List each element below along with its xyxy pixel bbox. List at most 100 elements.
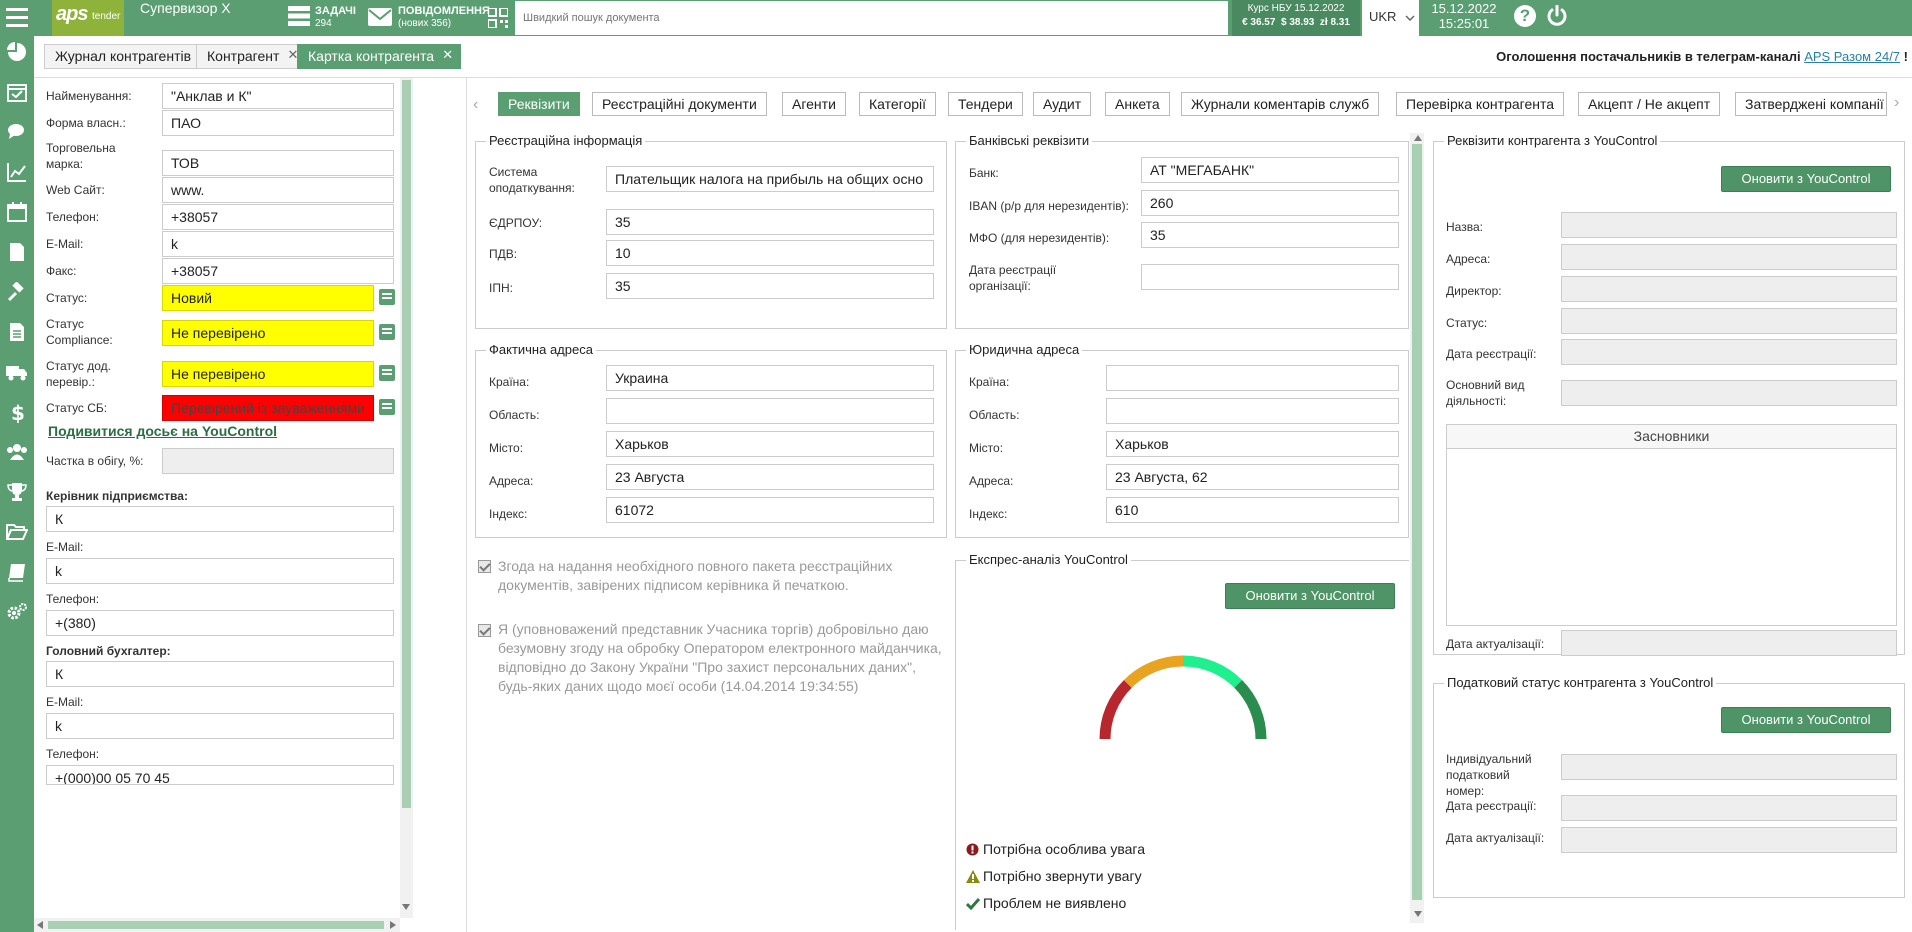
yc-update-date-input[interactable] [1561,630,1897,656]
sidebar-item-users[interactable] [5,440,29,464]
trademark-input[interactable]: ТОВ [162,150,394,176]
left-scrollbar[interactable] [400,78,413,918]
subtab-audit[interactable]: Аудит [1033,92,1092,116]
user-name[interactable]: Супервизор X [140,0,231,16]
address-input[interactable]: 23 Августа [606,464,934,490]
qr-code-icon[interactable] [488,8,508,28]
yc-name-input[interactable] [1561,212,1897,238]
mfo-input[interactable]: 35 [1141,222,1399,248]
yc-ipn-input[interactable] [1561,754,1897,780]
yc-tax-update-input[interactable] [1561,827,1897,853]
center-scroll-thumb[interactable] [1412,144,1422,900]
edrpou-input[interactable]: 35 [606,209,934,235]
region-input[interactable] [606,398,934,424]
ipn-input[interactable]: 35 [606,273,934,299]
bank-input[interactable]: АТ "МЕГАБАНК" [1141,157,1399,183]
scroll-tabs-right-icon[interactable]: › [1894,94,1899,112]
sb-status-input[interactable]: Перевірений із зауваженнями [162,395,374,421]
subtab-counterparty-check[interactable]: Перевірка контрагента [1396,92,1565,116]
subtab-comment-journals[interactable]: Журнали коментарів служб [1181,92,1380,116]
subtab-accept[interactable]: Акцепт / Не акцепт [1578,92,1721,116]
legal-address-input[interactable]: 23 Августа, 62 [1106,464,1399,490]
yc-update-button[interactable]: Оновити з YouControl [1721,166,1891,192]
director-email-input[interactable]: k [46,558,394,584]
yc-tax-regdate-input[interactable] [1561,795,1897,821]
subtab-agents[interactable]: Агенти [782,92,846,116]
consent-personal-data-checkbox[interactable] [478,624,491,637]
list-icon[interactable] [379,289,395,305]
menu-icon[interactable] [6,8,28,28]
consent-documents-checkbox[interactable] [478,560,491,573]
list-icon[interactable] [379,399,395,415]
director-phone-input[interactable]: +(380) [46,610,394,636]
sidebar-item-calendar[interactable] [5,200,29,224]
sidebar-item-messages[interactable] [5,120,29,144]
sidebar-item-auctions[interactable] [5,280,29,304]
subtab-requisites[interactable]: Реквізити [498,92,580,116]
fax-input[interactable]: +38057 [162,258,394,284]
city-input[interactable]: Харьков [606,431,934,457]
legal-city-input[interactable]: Харьков [1106,431,1399,457]
yc-regdate-input[interactable] [1561,339,1897,365]
accountant-phone-input[interactable]: +(000)00 05 70 45 [46,765,394,785]
subtab-tenders[interactable]: Тендери [948,92,1023,116]
sidebar-item-reports[interactable] [5,320,29,344]
sidebar-item-documents[interactable] [5,240,29,264]
ownership-input[interactable]: ПАО [162,110,394,136]
index-input[interactable]: 61072 [606,497,934,523]
subtab-questionnaire[interactable]: Анкета [1105,92,1170,116]
tab-counterparty[interactable]: Контрагент ✕ [196,44,307,69]
sidebar-item-awards[interactable] [5,480,29,504]
legal-region-input[interactable] [1106,398,1399,424]
scroll-up-icon[interactable] [1414,135,1422,141]
addcheck-input[interactable]: Не перевірено [162,361,374,387]
logo[interactable]: aps tender [52,0,124,36]
subtab-registration-docs[interactable]: Реєстраційні документи [592,92,767,116]
language-select[interactable]: UKR [1362,0,1419,36]
website-input[interactable]: www. [162,177,394,203]
power-icon[interactable] [1546,5,1568,27]
sidebar-item-tasks[interactable] [5,80,29,104]
iban-input[interactable]: 260 [1141,190,1399,216]
scroll-down-icon[interactable] [402,904,410,910]
yc-address-input[interactable] [1561,244,1897,270]
yc-director-input[interactable] [1561,276,1897,302]
tax-system-input[interactable]: Плательщик налога на прибыль на общих ос… [606,166,934,192]
sidebar-item-archive[interactable] [5,520,29,544]
legal-country-input[interactable] [1106,365,1399,391]
accountant-name-input[interactable]: К [46,661,394,687]
sidebar-item-analytics[interactable] [5,160,29,184]
scroll-down-icon[interactable] [1414,911,1422,917]
yc-tax-update-button[interactable]: Оновити з YouControl [1721,707,1891,733]
left-hscrollbar[interactable] [34,918,400,932]
quick-search-input[interactable] [515,1,1228,35]
yc-activity-input[interactable] [1561,380,1897,406]
hscroll-thumb[interactable] [48,921,384,929]
list-icon[interactable] [379,365,395,381]
center-scrollbar[interactable] [1410,133,1424,923]
scroll-tabs-left-icon[interactable]: ‹ [473,96,478,114]
sidebar-item-logistics[interactable] [5,360,29,384]
share-input[interactable] [162,448,394,474]
status-input[interactable]: Новий [162,285,374,311]
scroll-thumb[interactable] [402,80,411,808]
director-name-input[interactable]: К [46,506,394,532]
tab-counterparty-journal[interactable]: Журнал контрагентів✕ [44,44,219,69]
list-icon[interactable] [379,324,395,340]
scroll-left-icon[interactable] [37,921,43,929]
dossier-link[interactable]: Подивитися досьє на YouControl [48,423,277,439]
subtab-approved-companies[interactable]: Затверджені компанії [1735,92,1887,116]
yc-status-input[interactable] [1561,308,1897,334]
vat-input[interactable]: 10 [606,240,934,266]
sidebar-item-dashboard[interactable] [5,40,29,64]
country-input[interactable]: Украина [606,365,934,391]
sidebar-item-directories[interactable] [5,560,29,584]
announcement-link[interactable]: APS Разом 24/7 [1804,49,1900,64]
sidebar-item-settings[interactable] [5,600,29,624]
close-icon[interactable]: ✕ [442,43,453,66]
tab-counterparty-card[interactable]: Картка контрагента ✕ [297,43,462,69]
tasks-button[interactable]: ЗАДАЧІ 294 [287,3,357,31]
sidebar-item-finance[interactable]: $ [5,400,29,424]
phone-input[interactable]: +38057 [162,204,394,230]
help-button[interactable]: ? [1514,5,1536,27]
